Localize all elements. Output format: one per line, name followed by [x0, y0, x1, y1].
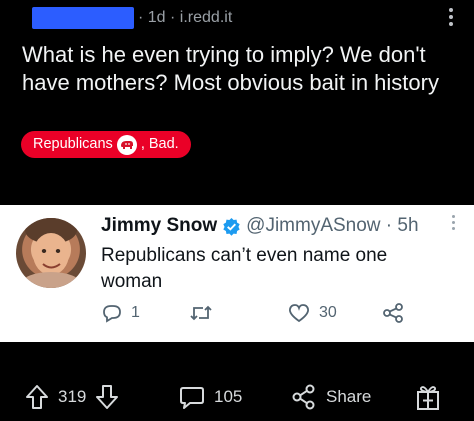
tweet-author-name: Jimmy Snow	[101, 215, 218, 236]
retweet-icon	[190, 305, 212, 321]
elephant-icon	[116, 134, 137, 155]
reply-count: 1	[131, 304, 140, 321]
share-icon	[292, 384, 315, 410]
downvote-icon[interactable]	[94, 383, 120, 411]
heart-icon	[289, 304, 309, 323]
post-action-bar: 319 105 Share	[0, 373, 474, 421]
tweet-actions: 1 30	[101, 302, 431, 326]
verified-badge-icon	[223, 217, 240, 236]
tweet-share	[381, 302, 405, 324]
tweet-handle: @JimmyASnow · 5h	[246, 215, 419, 236]
comment-icon	[180, 387, 204, 409]
tweet-options-icon	[451, 215, 455, 233]
award-button[interactable]	[414, 373, 442, 421]
post-flair[interactable]: Republicans , Bad.	[21, 131, 191, 158]
vote-count: 319	[58, 387, 87, 406]
gift-award-icon	[417, 386, 439, 410]
avatar	[16, 218, 86, 288]
tweet-header: Jimmy Snow @JimmyASnow · 5h	[101, 215, 419, 237]
comments-button[interactable]: 105	[178, 373, 242, 421]
reply-icon	[103, 305, 121, 323]
share-nodes-icon	[383, 303, 403, 323]
post-options-icon[interactable]	[448, 8, 454, 32]
flair-label-right: , Bad.	[140, 136, 179, 152]
like-count: 30	[319, 304, 337, 321]
vote-group: 319	[24, 373, 120, 421]
comment-count: 105	[214, 387, 243, 406]
flair-label-left: Republicans	[33, 136, 113, 152]
post-meta: · 1d · i.redd.it	[138, 9, 233, 26]
share-label: Share	[326, 387, 372, 406]
post-title[interactable]: What is he even trying to imply? We don'…	[22, 41, 462, 97]
tweet-like: 30	[287, 302, 337, 324]
redacted-username	[32, 7, 134, 29]
upvote-icon[interactable]	[24, 383, 50, 411]
post-meta-row: · 1d · i.redd.it	[0, 0, 474, 40]
tweet-retweet	[189, 302, 213, 324]
tweet-image[interactable]: Jimmy Snow @JimmyASnow · 5h Republicans …	[0, 205, 474, 342]
tweet-reply: 1	[101, 302, 140, 324]
tweet-text: Republicans can’t even name one woman	[101, 245, 388, 292]
share-button[interactable]: Share	[290, 373, 371, 421]
